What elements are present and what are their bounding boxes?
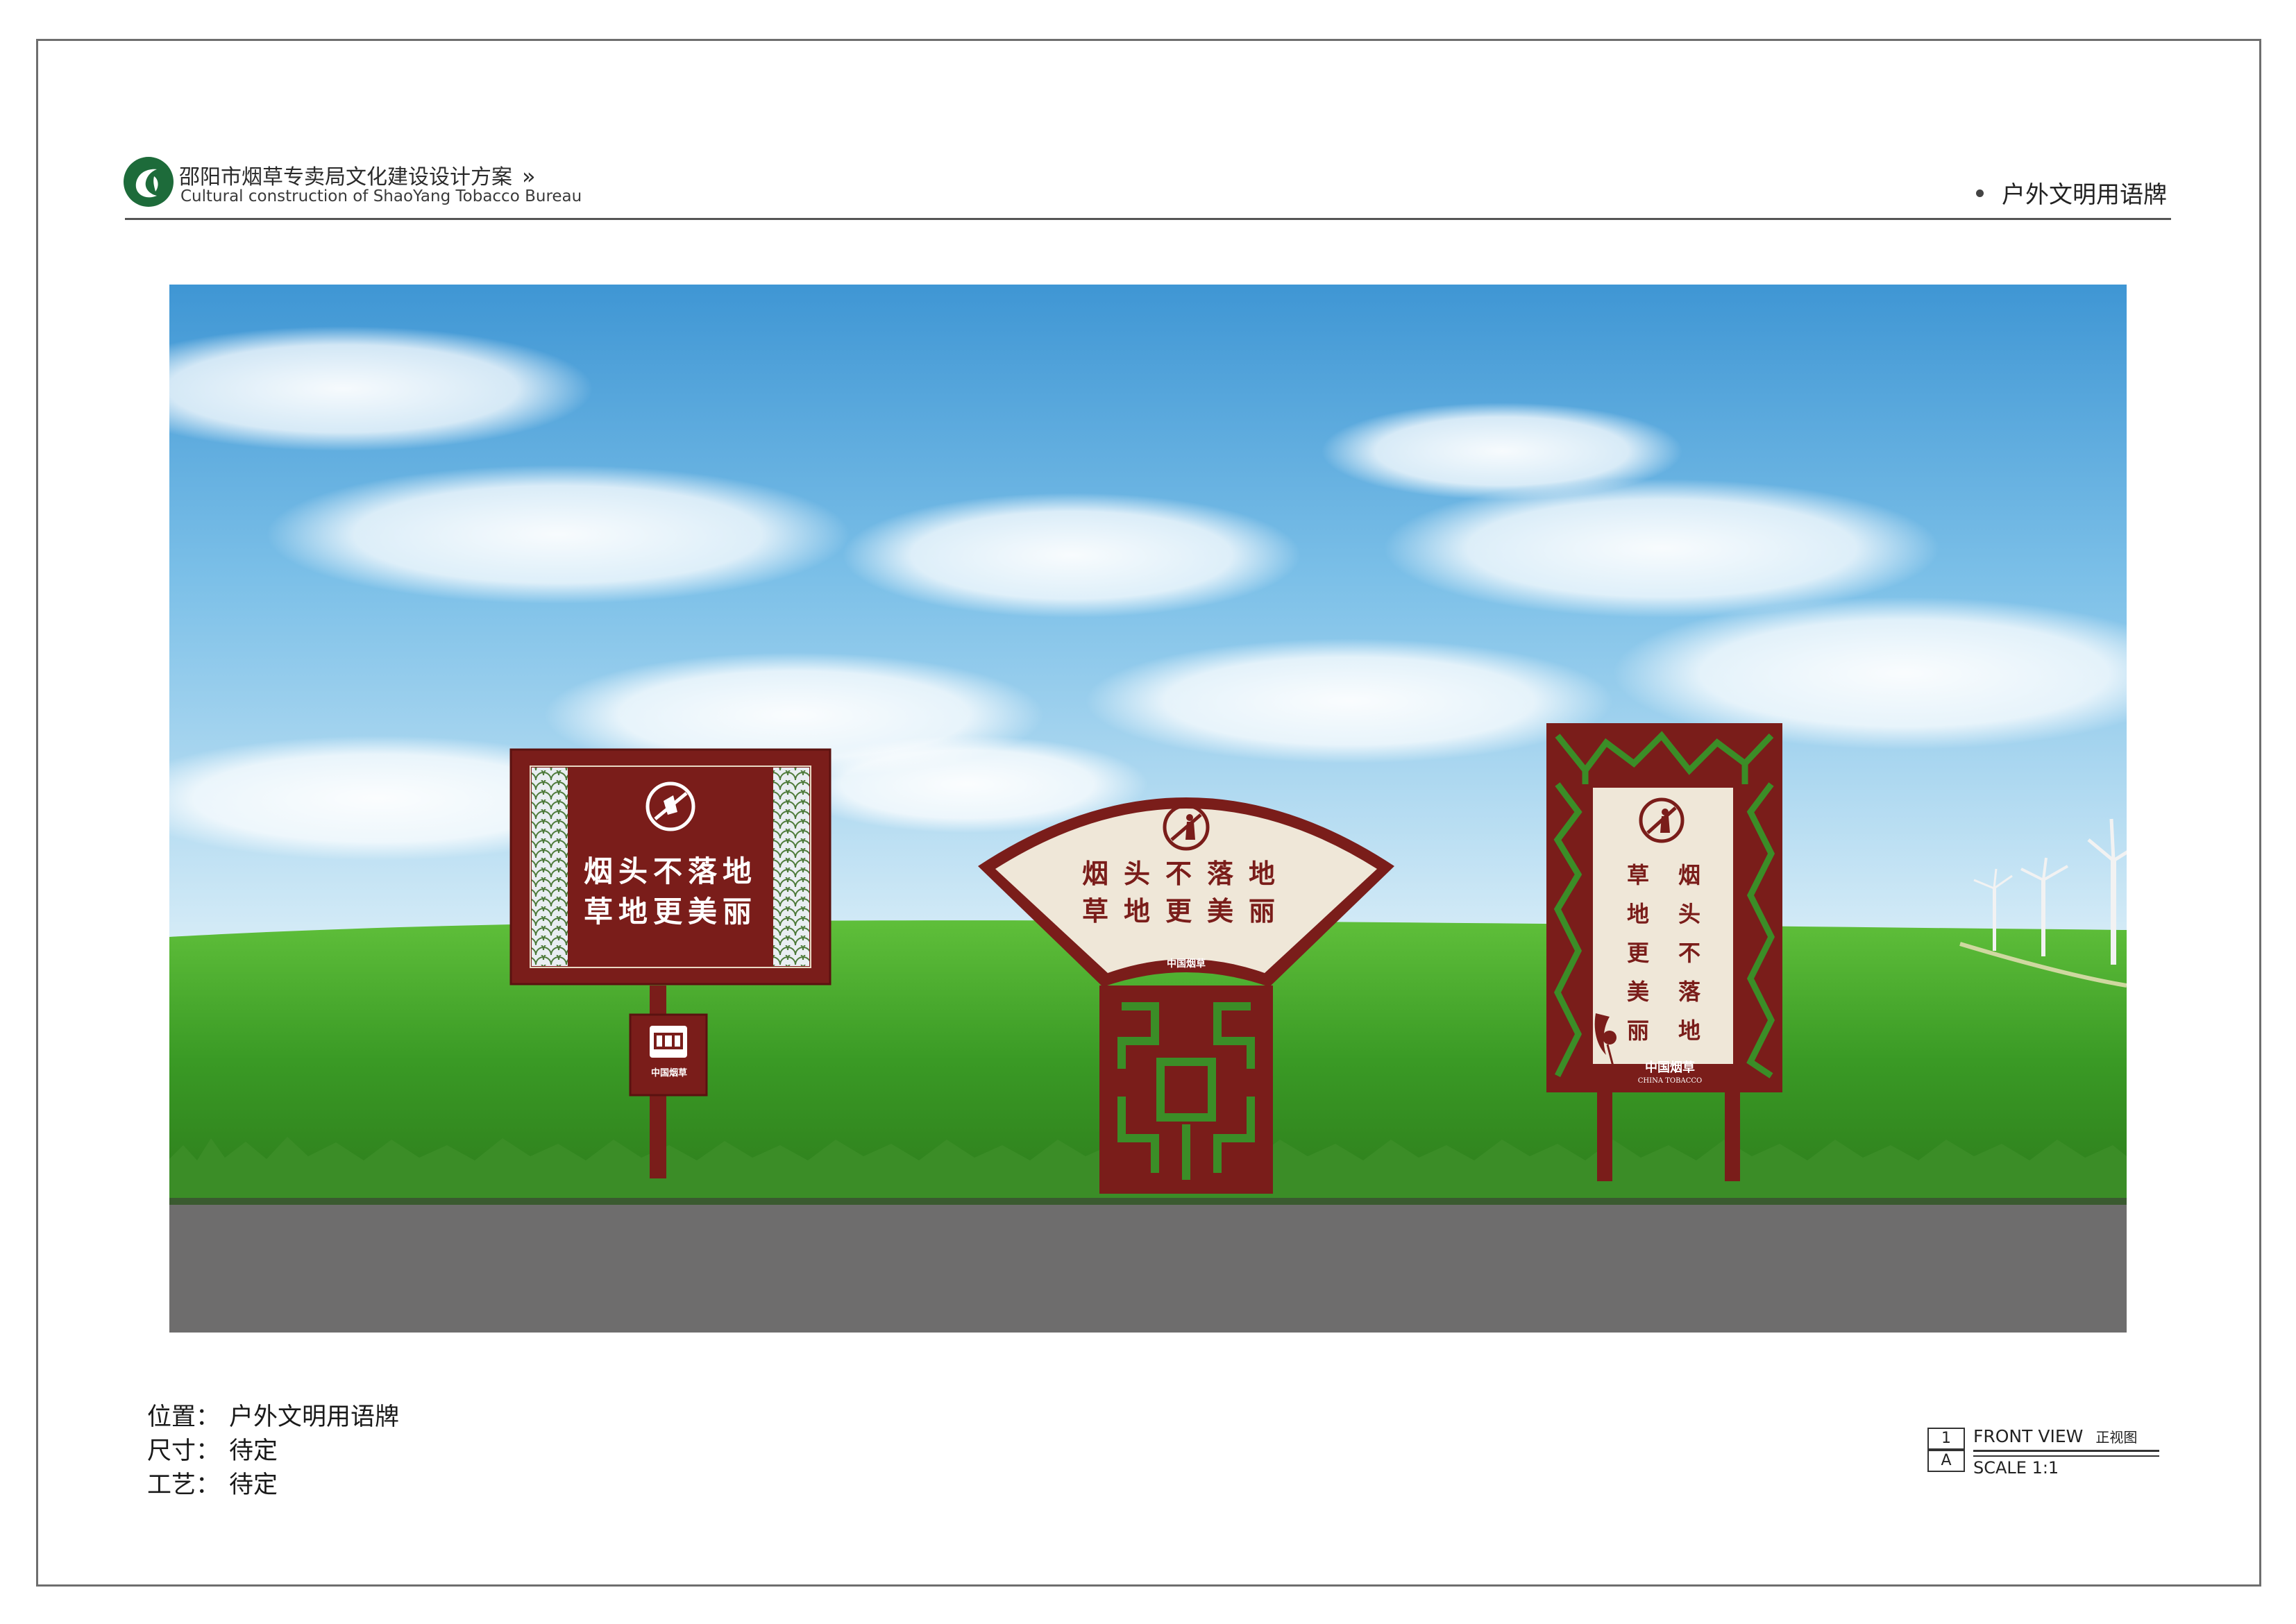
header-section: 户外文明用语牌 [1976,176,2167,210]
left-sign-line2: 草地更美丽 [584,895,757,929]
left-sign-brand: 中国烟草 [651,1067,687,1079]
center-sign-brand: 中国烟草 [1167,958,1206,970]
header-subtitle: Cultural construction of ShaoYang Tobacc… [180,187,582,205]
right-sign-brand-en: CHINA TOBACCO [1638,1077,1702,1085]
spec-location: 位置： 户外文明用语牌 [147,1401,399,1435]
chevron-right-icon: » [522,163,536,189]
view-letter: A [1927,1450,1965,1472]
section-title: 户外文明用语牌 [2002,181,2167,209]
view-underline-thin [1973,1455,2159,1457]
header-divider [125,218,2171,220]
right-sign-brand: 中国烟草 [1645,1060,1695,1075]
view-title: FRONT VIEW 正视图 [1973,1426,2137,1446]
center-sign-line1: 烟头不落地 [1082,858,1290,889]
left-sign-pattern-right [773,768,809,966]
spec-craft-label: 工艺： [147,1471,221,1499]
spec-list: 位置： 户外文明用语牌 尺寸： 待定 工艺： 待定 [147,1401,399,1503]
left-sign-line1: 烟头不落地 [584,854,757,888]
spec-craft: 工艺： 待定 [147,1469,399,1503]
spec-size-value: 待定 [229,1437,278,1465]
header-title-text: 邵阳市烟草专卖局文化建设设计方案 [179,165,512,189]
scene-svg: 烟头不落地 草地更美丽 中国烟草 烟头不落地 草地更美丽 中国烟草 烟头不落地 … [169,285,2127,1333]
view-underline [1973,1450,2159,1452]
center-sign-line2: 草地更美丽 [1082,895,1290,927]
spec-location-value: 户外文明用语牌 [229,1403,400,1431]
view-scale: SCALE 1:1 [1973,1458,2059,1478]
right-sign-post-left [1597,1083,1612,1181]
curb [169,1198,2127,1205]
spec-craft-value: 待定 [229,1471,278,1499]
right-sign-post-right [1725,1083,1740,1181]
spec-size-label: 尺寸： [147,1437,221,1465]
bullet-dot-icon [1976,189,1984,197]
header-title: 邵阳市烟草专卖局文化建设设计方案 » [179,160,536,190]
view-number: 1 [1927,1428,1965,1450]
view-title-zh: 正视图 [2095,1429,2138,1446]
view-title-en: FRONT VIEW [1973,1426,2084,1446]
spec-location-label: 位置： [147,1403,221,1431]
spec-size: 尺寸： 待定 [147,1435,399,1469]
tobacco-leaf-logo-icon [124,157,174,207]
road [169,1205,2127,1333]
brand-emblem-icon [650,1026,687,1058]
left-sign-pattern-left [532,768,568,966]
scene-rendering: 烟头不落地 草地更美丽 中国烟草 烟头不落地 草地更美丽 中国烟草 烟头不落地 … [169,285,2127,1333]
